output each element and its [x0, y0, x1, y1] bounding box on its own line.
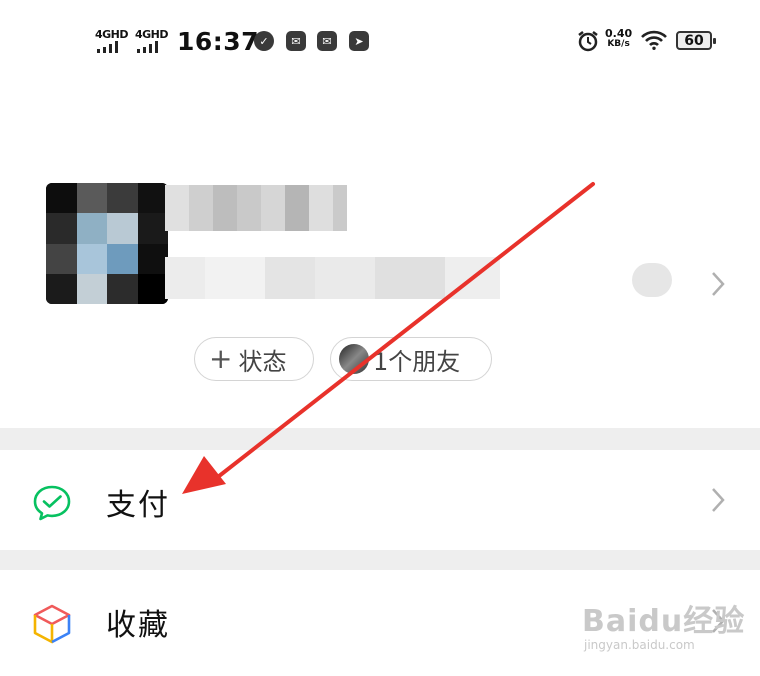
sim1-label: 4GHD	[95, 28, 129, 41]
telegram-notification-icon: ➤	[349, 31, 369, 51]
avatar[interactable]	[46, 183, 168, 304]
menu-item-favorites-label: 收藏	[106, 608, 170, 643]
watermark-url: jingyan.baidu.com	[584, 638, 695, 652]
favorites-cube-icon	[33, 604, 71, 644]
battery-indicator: 60	[676, 31, 716, 50]
nickname-blurred	[165, 185, 347, 231]
network-speed: 0.40 KB/s	[605, 28, 632, 50]
clock: 16:37	[177, 27, 260, 56]
pay-icon	[33, 485, 71, 521]
signal-sim2-icon: 4GHD	[135, 28, 175, 56]
section-divider	[0, 428, 760, 450]
plus-icon: +	[209, 342, 233, 375]
wifi-icon	[641, 30, 667, 50]
sim2-label: 4GHD	[135, 28, 169, 41]
mail-notification-icon-2: ✉	[317, 31, 337, 51]
menu-item-pay-label: 支付	[106, 488, 170, 523]
qr-code-icon[interactable]	[632, 263, 672, 297]
watermark-brand: Baidu经验	[582, 604, 746, 639]
pay-chevron-right-icon	[712, 488, 725, 512]
add-status-button[interactable]: + 状态	[194, 337, 314, 381]
profile-chevron-right-icon	[712, 272, 725, 296]
network-speed-value: 0.40	[605, 27, 633, 40]
watermark: Baidu经验 jingyan.baidu.com	[582, 596, 745, 652]
signal-sim1-icon: 4GHD	[95, 28, 135, 56]
app-notification-icon: ✓	[254, 31, 274, 51]
friends-status-button[interactable]: 1个朋友	[330, 337, 492, 381]
menu-item-pay[interactable]: 支付	[0, 450, 760, 550]
section-divider-2	[0, 550, 760, 570]
battery-level: 60	[684, 32, 704, 49]
mail-notification-icon: ✉	[286, 31, 306, 51]
wechat-id-blurred	[165, 257, 500, 299]
alarm-icon	[578, 31, 598, 52]
friend-avatar-icon	[339, 344, 369, 374]
status-bar: 4GHD 4GHD 16:37 ✓ ✉ ✉ ➤ 0.40 KB/s 60	[0, 0, 760, 86]
add-status-label: 状态	[238, 347, 287, 376]
friends-status-label: 1个朋友	[373, 347, 461, 376]
network-speed-unit: KB/s	[607, 39, 630, 49]
